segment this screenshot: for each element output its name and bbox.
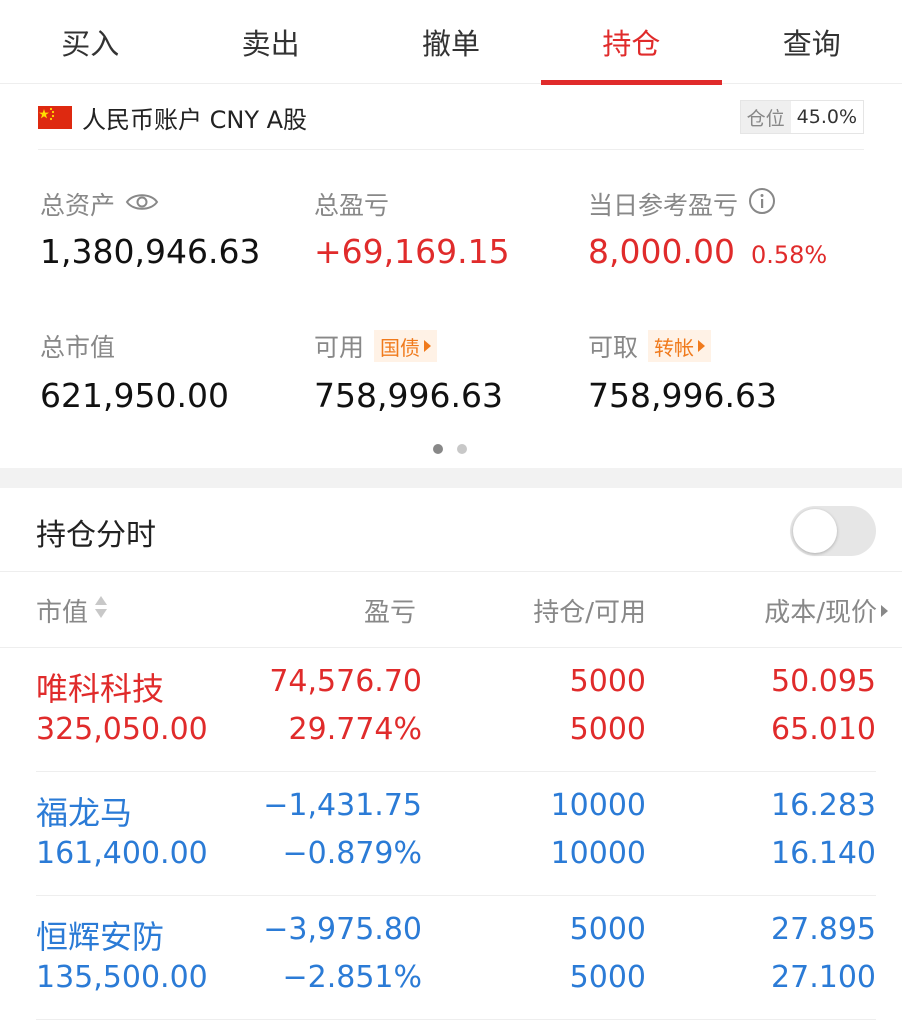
account-name: 人民币账户 CNY A股 [82, 106, 308, 134]
withdrawable-label: 可取 转帐 [588, 328, 712, 364]
stock-cost: 50.095 [771, 664, 876, 699]
tab-query[interactable]: 查询 [722, 0, 902, 84]
stock-pnl: 74,576.70 [269, 664, 422, 699]
sort-icon [94, 594, 108, 627]
info-icon[interactable] [748, 187, 776, 221]
stock-holding: 10000 [550, 788, 646, 823]
table-row[interactable]: 福龙马 161,400.00 −1,431.75 −0.879% 10000 1… [0, 772, 902, 896]
tab-sell[interactable]: 卖出 [180, 0, 360, 84]
column-cost-price-label: 成本/现价 [764, 598, 877, 628]
account-row[interactable]: 人民币账户 CNY A股 仓位 45.0% [38, 98, 864, 150]
treasury-bond-label: 国债 [380, 335, 421, 360]
position-ratio-value: 45.0% [790, 101, 863, 133]
triangle-right-icon [424, 340, 432, 352]
stock-name: 福龙马 [36, 794, 133, 832]
transfer-label: 转帐 [654, 335, 695, 360]
stock-holding: 5000 [569, 912, 646, 947]
stock-available: 5000 [569, 960, 646, 995]
available-label-text: 可用 [314, 333, 365, 362]
stock-price: 27.100 [771, 960, 876, 995]
column-pnl: 盈亏 [363, 598, 416, 628]
table-row[interactable]: 恒辉安防 135,500.00 −3,975.80 −2.851% 5000 5… [0, 896, 902, 1020]
withdrawable-value: 758,996.63 [588, 376, 777, 415]
available-label: 可用 国债 [314, 328, 438, 364]
holdings-table-header: 市值 盈亏 持仓/可用 成本/现价 [0, 572, 902, 648]
tab-cancel-order[interactable]: 撤单 [361, 0, 541, 84]
intraday-row: 持仓分时 [0, 488, 902, 572]
position-ratio-label: 仓位 [740, 101, 791, 133]
page-indicator [433, 444, 467, 454]
chevron-right-icon [881, 604, 888, 617]
tab-buy[interactable]: 买入 [0, 0, 180, 84]
eye-icon[interactable] [125, 190, 159, 219]
table-row[interactable]: 唯科科技 325,050.00 74,576.70 29.774% 5000 5… [0, 648, 902, 772]
stock-price: 65.010 [771, 712, 876, 747]
tab-bar: 买入 卖出 撤单 持仓 查询 [0, 0, 902, 85]
stock-pnl: −3,975.80 [263, 912, 422, 947]
total-pnl-label: 总盈亏 [314, 191, 390, 220]
triangle-right-icon [698, 340, 706, 352]
market-value-label: 总市值 [40, 333, 116, 362]
total-pnl-value: +69,169.15 [314, 232, 510, 271]
stock-cost: 16.283 [771, 788, 876, 823]
row-divider [36, 1019, 876, 1020]
stock-pnl-percent: −0.879% [282, 836, 422, 871]
column-position: 持仓/可用 [533, 598, 646, 628]
treasury-bond-link[interactable]: 国债 [374, 330, 438, 362]
position-ratio-badge: 仓位 45.0% [739, 100, 864, 134]
section-divider [0, 468, 902, 488]
stock-available: 10000 [550, 836, 646, 871]
stock-name: 唯科科技 [36, 670, 165, 708]
daily-pnl-percent: 0.58% [750, 241, 828, 269]
column-cost-price[interactable]: 成本/现价 [764, 592, 888, 629]
stock-cost: 27.895 [771, 912, 876, 947]
available-value: 758,996.63 [314, 376, 503, 415]
page-dot-1[interactable] [433, 444, 443, 454]
stock-holding: 5000 [569, 664, 646, 699]
daily-pnl-value: 8,000.00 0.58% [588, 232, 827, 271]
transfer-link[interactable]: 转帐 [648, 330, 712, 362]
total-assets-label-text: 总资产 [40, 191, 116, 220]
stock-pnl: −1,431.75 [263, 788, 422, 823]
stock-market-value: 135,500.00 [36, 960, 208, 995]
total-assets-label: 总资产 [40, 186, 159, 222]
intraday-label: 持仓分时 [36, 518, 156, 553]
stock-market-value: 161,400.00 [36, 836, 208, 871]
tab-holdings[interactable]: 持仓 [541, 0, 722, 85]
toggle-knob [793, 509, 837, 553]
total-assets-value: 1,380,946.63 [40, 232, 261, 271]
daily-pnl-amount: 8,000.00 [588, 232, 735, 271]
stock-available: 5000 [569, 712, 646, 747]
withdrawable-label-text: 可取 [588, 333, 639, 362]
page-dot-2[interactable] [457, 444, 467, 454]
china-flag-icon [38, 106, 72, 129]
daily-pnl-label: 当日参考盈亏 [588, 186, 776, 222]
intraday-toggle[interactable] [790, 506, 876, 556]
stock-price: 16.140 [771, 836, 876, 871]
daily-pnl-label-text: 当日参考盈亏 [588, 191, 739, 220]
stock-market-value: 325,050.00 [36, 712, 208, 747]
market-value-value: 621,950.00 [40, 376, 229, 415]
stock-pnl-percent: −2.851% [282, 960, 422, 995]
column-market-value-label: 市值 [36, 598, 89, 628]
stock-name: 恒辉安防 [36, 918, 165, 956]
column-market-value[interactable]: 市值 [36, 592, 108, 629]
stock-pnl-percent: 29.774% [288, 712, 422, 747]
